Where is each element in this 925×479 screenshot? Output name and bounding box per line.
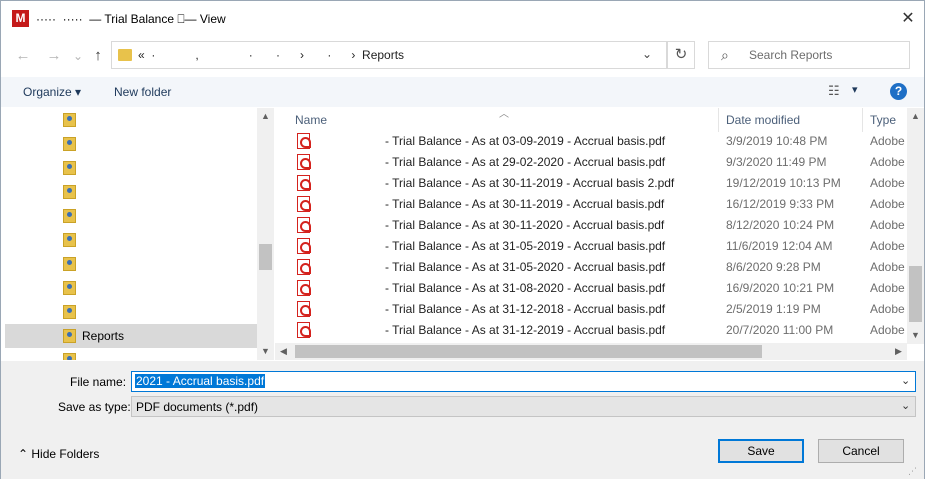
- save-dialog: M ····· ····· — Trial Balance ⎕— View ✕ …: [0, 0, 925, 479]
- column-headers: ︿ Name Date modified Type: [275, 108, 924, 132]
- close-icon[interactable]: ✕: [896, 7, 920, 31]
- up-arrow-icon[interactable]: ↑: [87, 45, 109, 67]
- title-bar: M ····· ····· — Trial Balance ⎕— View ✕: [1, 1, 924, 36]
- scroll-left-icon[interactable]: ◀: [275, 346, 292, 357]
- file-name-value[interactable]: 2021 - Accrual basis.pdf: [135, 374, 266, 388]
- file-row[interactable]: - Trial Balance - As at 31-12-2018 - Acc…: [275, 299, 915, 320]
- tree-item[interactable]: [5, 204, 257, 228]
- chevron-down-icon[interactable]: ⌄: [901, 374, 910, 387]
- save-as-type-label: Save as type:: [58, 400, 131, 414]
- file-name-input[interactable]: 2021 - Accrual basis.pdf ⌄: [131, 371, 916, 392]
- breadcrumb[interactable]: « · , · · › · › Reports: [138, 48, 404, 62]
- pdf-file-icon: [297, 301, 311, 317]
- scrollbar-thumb[interactable]: [295, 345, 762, 358]
- view-options-chevron-icon[interactable]: ▾: [852, 83, 858, 96]
- file-row[interactable]: - Trial Balance - As at 31-05-2020 - Acc…: [275, 257, 915, 278]
- tree-item-reports[interactable]: Reports: [5, 324, 257, 348]
- user-folder-icon: [63, 113, 76, 127]
- tree-item[interactable]: [5, 276, 257, 300]
- back-arrow-icon[interactable]: ←: [12, 45, 34, 67]
- save-button[interactable]: Save: [718, 439, 804, 463]
- tree-item[interactable]: [5, 108, 257, 132]
- save-as-type-select[interactable]: PDF documents (*.pdf) ⌄: [131, 396, 916, 417]
- pdf-file-icon: [297, 196, 311, 212]
- file-name-label: File name:: [70, 375, 127, 389]
- column-divider[interactable]: [718, 108, 719, 132]
- user-folder-icon: [63, 209, 76, 223]
- file-row[interactable]: - Trial Balance - As at 31-08-2020 - Acc…: [275, 278, 915, 299]
- chevron-down-icon[interactable]: ⌄: [901, 399, 910, 412]
- user-folder-icon: [63, 161, 76, 175]
- scroll-down-icon[interactable]: ▼: [907, 330, 924, 340]
- view-options-icon[interactable]: ☷: [828, 83, 840, 99]
- pdf-file-icon: [297, 154, 311, 170]
- pdf-file-icon: [297, 259, 311, 275]
- scroll-up-icon[interactable]: ▲: [907, 111, 924, 121]
- user-folder-icon: [63, 329, 76, 343]
- user-folder-icon: [63, 353, 76, 360]
- help-icon[interactable]: ?: [890, 83, 907, 100]
- scrollbar-thumb[interactable]: [259, 244, 272, 270]
- scroll-right-icon[interactable]: ▶: [890, 346, 907, 357]
- address-dropdown-icon[interactable]: ⌄: [642, 47, 652, 61]
- app-icon: M: [12, 10, 29, 27]
- scroll-up-icon[interactable]: ▲: [257, 111, 274, 121]
- refresh-button[interactable]: ↻: [667, 41, 695, 69]
- file-row[interactable]: - Trial Balance - As at 30-11-2019 - Acc…: [275, 173, 915, 194]
- column-type[interactable]: Type: [870, 113, 896, 127]
- pdf-file-icon: [297, 238, 311, 254]
- file-row[interactable]: - Trial Balance - As at 30-11-2020 - Acc…: [275, 215, 915, 236]
- file-list-horizontal-scrollbar[interactable]: ◀ ▶: [275, 343, 907, 360]
- forward-arrow-icon[interactable]: →: [43, 45, 65, 67]
- cancel-button[interactable]: Cancel: [818, 439, 904, 463]
- navigation-pane: Reports: [5, 108, 274, 360]
- recent-locations-chevron-icon[interactable]: ⌄: [67, 45, 89, 67]
- user-folder-icon: [63, 281, 76, 295]
- tree-item[interactable]: [5, 300, 257, 324]
- scroll-down-icon[interactable]: ▼: [257, 346, 274, 356]
- search-input[interactable]: Search Reports: [749, 48, 832, 62]
- user-folder-icon: [63, 137, 76, 151]
- file-row[interactable]: - Trial Balance - As at 30-11-2019 - Acc…: [275, 194, 915, 215]
- organize-button[interactable]: Organize ▾: [23, 85, 81, 99]
- file-row[interactable]: - Trial Balance - As at 31-05-2019 - Acc…: [275, 236, 915, 257]
- user-folder-icon: [63, 305, 76, 319]
- tree-item[interactable]: [5, 252, 257, 276]
- search-box[interactable]: ⌕ Search Reports: [708, 41, 910, 69]
- pdf-file-icon: [297, 322, 311, 338]
- file-row[interactable]: - Trial Balance - As at 31-12-2019 - Acc…: [275, 320, 915, 341]
- file-list: ︿ Name Date modified Type - Trial Balanc…: [275, 108, 924, 360]
- column-name[interactable]: Name: [295, 113, 327, 127]
- user-folder-icon: [63, 185, 76, 199]
- command-bar: Organize ▾ New folder: [1, 77, 924, 107]
- tree-item[interactable]: [5, 180, 257, 204]
- tree-item[interactable]: [5, 132, 257, 156]
- tree-item[interactable]: [5, 228, 257, 252]
- search-icon: ⌕: [721, 47, 729, 63]
- new-folder-button[interactable]: New folder: [114, 85, 171, 99]
- save-as-type-value: PDF documents (*.pdf): [136, 400, 259, 414]
- pdf-file-icon: [297, 175, 311, 191]
- file-list-vertical-scrollbar[interactable]: ▲ ▼: [907, 108, 924, 344]
- folder-icon: [118, 49, 132, 61]
- pdf-file-icon: [297, 133, 311, 149]
- hide-folders-button[interactable]: ⌃ Hide Folders: [18, 447, 99, 461]
- user-folder-icon: [63, 257, 76, 271]
- pdf-file-icon: [297, 217, 311, 233]
- scrollbar-thumb[interactable]: [909, 266, 922, 322]
- address-bar[interactable]: « · , · · › · › Reports ⌄: [111, 41, 667, 69]
- navigation-scrollbar[interactable]: ▲ ▼: [257, 108, 274, 360]
- tree-item[interactable]: [5, 156, 257, 180]
- column-divider[interactable]: [862, 108, 863, 132]
- file-row[interactable]: - Trial Balance - As at 03-09-2019 - Acc…: [275, 131, 915, 152]
- tree-item[interactable]: [5, 348, 257, 360]
- column-date-modified[interactable]: Date modified: [726, 113, 800, 127]
- window-title: ····· ····· — Trial Balance ⎕— View: [36, 12, 226, 26]
- resize-grip-icon[interactable]: ⋰: [908, 466, 917, 477]
- pdf-file-icon: [297, 280, 311, 296]
- sort-ascending-icon: ︿: [499, 109, 509, 120]
- user-folder-icon: [63, 233, 76, 247]
- file-row[interactable]: - Trial Balance - As at 29-02-2020 - Acc…: [275, 152, 915, 173]
